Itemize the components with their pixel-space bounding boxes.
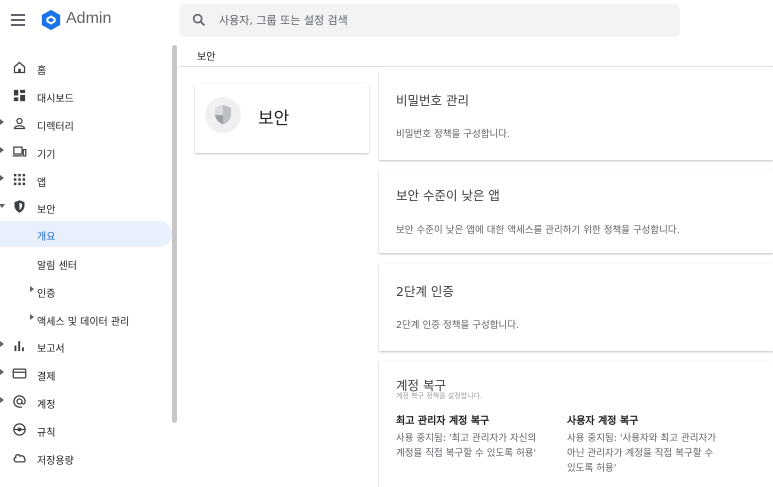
user-recovery-status: 사용 중지됨: '사용자와 최고 관리자가 아닌 관리자가 계정을 직접 복구할… <box>567 433 716 474</box>
sidebar-item-security[interactable]: 보안 <box>0 194 172 220</box>
search-bar[interactable] <box>179 4 680 37</box>
sidebar-item-label: 알림 센터 <box>37 261 77 272</box>
sidebar-item-storage[interactable]: 저장용량 <box>0 445 172 471</box>
home-icon <box>13 61 26 74</box>
devices-icon <box>12 146 27 157</box>
admin-logo-icon <box>41 9 61 31</box>
card-subtitle: 계정 복구 정책을 설정합니다. <box>396 392 483 400</box>
dashboard-icon <box>13 89 26 102</box>
card-title: 보안 수준이 낮은 앱 <box>396 188 500 203</box>
user-recovery-title: 사용자 계정 복구 <box>567 416 639 427</box>
expand-arrow-icon <box>0 119 4 125</box>
top-bar: Admin <box>0 0 773 42</box>
bar-chart-icon <box>14 341 24 352</box>
sidebar-item-overview[interactable]: 개요 <box>0 221 172 247</box>
account-recovery-card[interactable]: 계정 복구 계정 복구 정책을 설정합니다. 최고 관리자 계정 복구 사용 중… <box>379 361 773 487</box>
search-input[interactable] <box>219 4 659 37</box>
security-shield-icon <box>205 97 241 133</box>
sidebar-item-access-data[interactable]: 액세스 및 데이터 관리 <box>0 306 172 332</box>
sidebar-item-rules[interactable]: 규칙 <box>0 417 172 443</box>
sidebar-item-label: 보고서 <box>37 344 65 355</box>
sidebar-item-label: 액세스 및 데이터 관리 <box>37 317 130 328</box>
sidebar-scrollbar[interactable] <box>172 45 177 423</box>
card-title: 비밀번호 관리 <box>396 93 469 108</box>
sidebar-item-label: 보안 <box>37 205 56 216</box>
card-description: 보안 수준이 낮은 앱에 대한 액세스를 관리하기 위한 정책을 구성합니다. <box>396 225 680 236</box>
sidebar-item-label: 앱 <box>37 178 47 189</box>
apps-grid-icon <box>13 173 26 186</box>
sidebar-item-account[interactable]: 계정 <box>0 389 172 415</box>
sidebar-item-apps[interactable]: 앱 <box>0 167 172 193</box>
app-title: Admin <box>66 10 112 27</box>
credit-card-icon <box>12 368 27 379</box>
sidebar-item-home[interactable]: 홈 <box>0 55 172 81</box>
sidebar-item-label: 저장용량 <box>37 456 74 467</box>
expand-arrow-icon <box>30 314 34 320</box>
expand-arrow-icon <box>0 397 4 403</box>
security-summary-card: 보안 <box>195 84 369 153</box>
expand-arrow-icon <box>30 286 34 292</box>
less-secure-apps-card[interactable]: 보안 수준이 낮은 앱 보안 수준이 낮은 앱에 대한 액세스를 관리하기 위한… <box>379 170 773 253</box>
expand-arrow-icon <box>0 369 4 375</box>
expand-arrow-icon <box>0 175 4 181</box>
shield-icon <box>14 200 25 213</box>
sidebar-item-label: 디렉터리 <box>37 122 74 133</box>
search-icon <box>192 13 205 26</box>
expand-arrow-icon <box>0 341 4 347</box>
sidebar-item-label: 인증 <box>37 289 56 300</box>
divider <box>179 66 773 67</box>
person-icon <box>13 117 26 130</box>
sidebar-item-authentication[interactable]: 인증 <box>0 278 172 304</box>
collapse-arrow-icon <box>0 204 5 208</box>
breadcrumb[interactable]: 보안 <box>197 48 215 63</box>
cloud-icon <box>13 454 26 463</box>
sidebar-item-label: 홈 <box>37 66 47 77</box>
password-management-card[interactable]: 비밀번호 관리 비밀번호 정책을 구성합니다. <box>379 70 773 160</box>
sidebar-item-label: 규칙 <box>37 428 56 439</box>
sidebar-item-label: 기기 <box>37 150 56 161</box>
rules-icon <box>13 423 26 436</box>
card-description: 2단계 인증 정책을 구성합니다. <box>396 320 520 331</box>
sidebar-item-devices[interactable]: 기기 <box>0 139 172 165</box>
at-sign-icon <box>13 395 26 408</box>
two-step-verification-card[interactable]: 2단계 인증 2단계 인증 정책을 구성합니다. <box>379 264 773 351</box>
sidebar-item-alert-center[interactable]: 알림 센터 <box>0 250 172 276</box>
sidebar-item-directory[interactable]: 디렉터리 <box>0 111 172 137</box>
sidebar-item-label: 개요 <box>37 232 56 243</box>
sidebar: 홈 대시보드 디렉터리 기기 앱 보안 개요 알림 센터 인증 액세스 및 데이… <box>0 52 178 487</box>
sidebar-item-dashboard[interactable]: 대시보드 <box>0 83 172 109</box>
expand-arrow-icon <box>0 147 4 153</box>
sidebar-item-label: 결제 <box>37 372 56 383</box>
card-title: 2단계 인증 <box>396 284 454 299</box>
super-admin-recovery-status: 사용 중지됨: '최고 관리자가 자신의 계정을 직접 복구할 수 있도록 허용… <box>396 433 537 459</box>
security-card-title: 보안 <box>258 109 290 129</box>
sidebar-item-label: 대시보드 <box>37 94 74 105</box>
menu-icon[interactable] <box>11 14 25 26</box>
card-description: 비밀번호 정책을 구성합니다. <box>396 129 510 140</box>
sidebar-item-label: 계정 <box>37 400 56 411</box>
sidebar-item-reports[interactable]: 보고서 <box>0 333 172 359</box>
sidebar-item-billing[interactable]: 결제 <box>0 361 172 387</box>
super-admin-recovery-title: 최고 관리자 계정 복구 <box>396 416 490 427</box>
